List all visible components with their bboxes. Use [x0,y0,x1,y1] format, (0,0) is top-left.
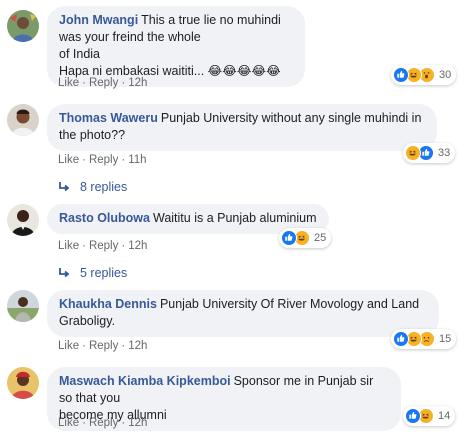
reply-arrow-icon [59,268,70,278]
comment-author[interactable]: Thomas Waweru [59,111,158,125]
comment-text: the photo?? [59,128,126,142]
reply-button[interactable]: Reply [89,340,118,352]
like-reaction-icon [393,67,409,83]
avatar[interactable] [7,290,39,322]
comment-text: Punjab University Of River Movology and … [159,297,420,311]
comment-actions: Like · Reply · 12h [58,340,147,352]
timestamp[interactable]: 12h [128,240,147,252]
comment-actions: Like · Reply · 12h [58,240,147,252]
comment-actions: Like · Reply · 12h [58,417,147,429]
comment-author[interactable]: Khaukha Dennis [59,297,157,311]
separator: · [82,340,86,352]
comment-actions: Like · Reply · 11h [58,154,147,166]
view-replies-link[interactable]: 5 replies [58,266,127,280]
like-reaction-icon [405,408,421,424]
replies-count[interactable]: 5 replies [80,266,127,280]
reactions-summary[interactable]: 15 [391,329,457,349]
timestamp[interactable]: 12h [128,417,147,429]
reply-button[interactable]: Reply [89,77,118,89]
separator: · [82,417,86,429]
like-reaction-icon [393,331,409,347]
separator: · [121,240,126,252]
replies-count[interactable]: 8 replies [80,180,127,194]
reactions-summary[interactable]: 33 [403,143,456,163]
view-replies-link[interactable]: 8 replies [58,180,127,194]
like-button[interactable]: Like [58,77,79,89]
comment-text: Graboligy. [59,314,116,328]
reply-button[interactable]: Reply [89,240,118,252]
timestamp[interactable]: 12h [128,340,147,352]
reaction-count: 15 [439,333,452,345]
comment-bubble: John Mwangi This a true lie no muhindi wa… [47,6,305,87]
reaction-count: 33 [438,147,451,159]
separator: · [121,417,126,429]
like-button[interactable]: Like [58,340,79,352]
timestamp[interactable]: 11h [128,154,146,166]
avatar[interactable] [7,204,39,236]
reply-arrow-icon [59,182,70,192]
reaction-count: 14 [438,410,451,422]
comment-text: Punjab University without any single muh… [160,111,422,125]
comment-bubble: Thomas Waweru Punjab University without a… [47,104,437,151]
separator: · [121,154,126,166]
avatar[interactable] [7,104,39,136]
haha-reaction-icon [405,145,421,161]
like-button[interactable]: Like [58,154,79,166]
reply-button[interactable]: Reply [89,154,118,166]
avatar[interactable] [7,367,39,399]
comment-author[interactable]: John Mwangi [59,13,138,27]
comment-text: of India [59,47,101,61]
comment-bubble: Khaukha Dennis Punjab University Of River… [47,290,439,337]
separator: · [121,340,126,352]
reactions-summary[interactable]: 25 [279,228,332,248]
separator: · [82,77,86,89]
separator: · [82,240,86,252]
reactions-summary[interactable]: 14 [403,406,456,426]
reaction-count: 30 [439,69,452,81]
comment-author[interactable]: Rasto Olubowa [59,211,150,225]
comment-author[interactable]: Maswach Kiamba Kipkemboi [59,374,231,388]
comment-text: Waititu is a Punjab aluminium [152,211,317,225]
reactions-summary[interactable]: 30 [391,65,457,85]
timestamp[interactable]: 12h [128,77,147,89]
like-button[interactable]: Like [58,240,79,252]
comment-actions: Like · Reply · 12h [58,77,147,89]
avatar[interactable] [7,10,39,42]
separator: · [82,154,86,166]
separator: · [121,77,126,89]
like-reaction-icon [281,230,297,246]
reply-button[interactable]: Reply [89,417,118,429]
like-button[interactable]: Like [58,417,79,429]
reaction-count: 25 [314,232,327,244]
